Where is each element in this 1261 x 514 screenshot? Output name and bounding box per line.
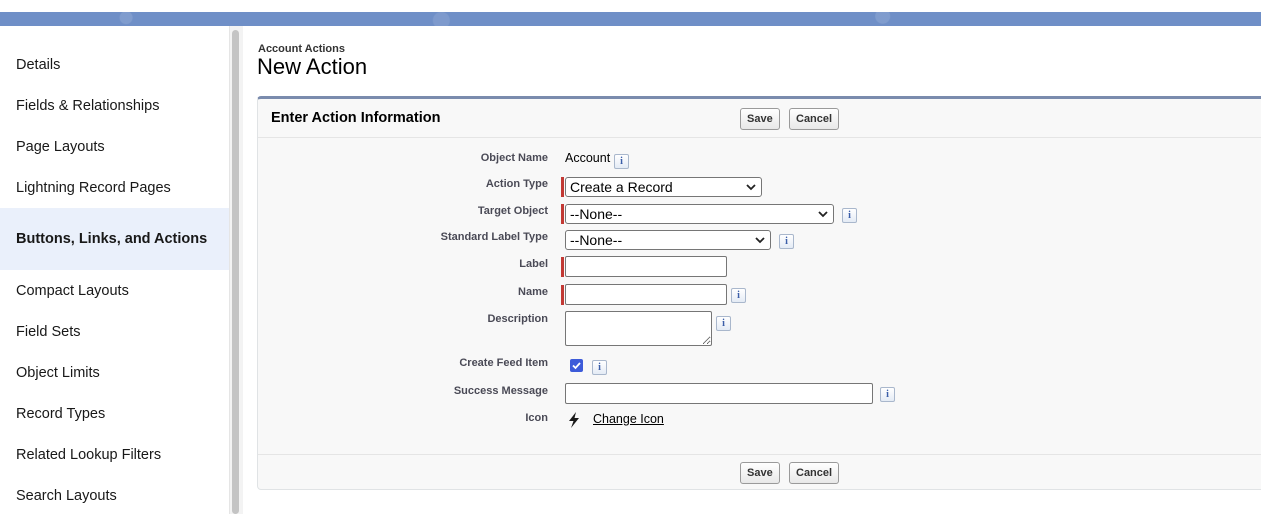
create-feed-item-checkbox[interactable] [570, 359, 583, 372]
action-type-select[interactable]: Create a Record [565, 177, 762, 197]
sidebar-item-label: Buttons, Links, and Actions [16, 230, 208, 247]
label-field-label: Label [519, 258, 548, 270]
sidebar-item-record-types[interactable]: Record Types [0, 403, 229, 425]
standard-label-type-select[interactable]: --None-- [565, 230, 771, 250]
cancel-button-bottom[interactable]: Cancel [789, 462, 840, 484]
target-object-selected: --None-- [570, 206, 623, 222]
info-icon[interactable]: i [716, 316, 731, 331]
save-button[interactable]: Save [740, 108, 780, 130]
sidebar-item-compact-layouts[interactable]: Compact Layouts [0, 280, 229, 302]
info-icon[interactable]: i [842, 208, 857, 223]
page-title: New Action [257, 54, 368, 79]
success-message-input[interactable] [565, 383, 873, 404]
action-type-selected: Create a Record [570, 179, 673, 195]
sidebar-item-label: Compact Layouts [16, 283, 129, 299]
chevron-down-icon [755, 237, 765, 244]
required-indicator [561, 204, 564, 224]
sidebar-item-buttons-links-actions[interactable]: Buttons, Links, and Actions [0, 208, 229, 270]
panel-header: Enter Action Information Save Cancel [258, 99, 1261, 138]
sidebar-item-label: Object Limits [16, 365, 100, 381]
object-name-label: Object Name [480, 152, 548, 164]
success-message-label: Success Message [453, 385, 548, 397]
description-label: Description [487, 313, 548, 325]
top-margin [0, 0, 1261, 12]
panel-title: Enter Action Information [271, 110, 441, 126]
info-icon[interactable]: i [614, 154, 629, 169]
sidebar-item-details[interactable]: Details [0, 54, 229, 76]
checkmark-icon [572, 362, 581, 370]
sidebar-item-page-layouts[interactable]: Page Layouts [0, 136, 229, 158]
change-icon-link[interactable]: Change Icon [593, 412, 664, 426]
info-icon[interactable]: i [880, 387, 895, 402]
sidebar-item-label: Record Types [16, 406, 106, 422]
target-object-select[interactable]: --None-- [565, 204, 834, 224]
sidebar-item-search-layouts[interactable]: Search Layouts [0, 485, 229, 507]
sidebar-item-label: Lightning Record Pages [16, 180, 171, 196]
sidebar-item-field-sets[interactable]: Field Sets [0, 321, 229, 343]
name-field-label: Name [518, 286, 548, 298]
info-icon[interactable]: i [731, 288, 746, 303]
object-name-value: Account [565, 151, 611, 165]
sidebar-item-label: Page Layouts [16, 139, 105, 155]
sidebar-item-label: Fields & Relationships [16, 98, 160, 114]
name-input[interactable] [565, 284, 727, 305]
sidebar-item-label: Field Sets [16, 324, 81, 340]
target-object-label: Target Object [477, 205, 548, 217]
create-feed-item-label: Create Feed Item [459, 357, 548, 369]
save-button-bottom[interactable]: Save [740, 462, 780, 484]
action-type-label: Action Type [485, 178, 548, 190]
sidebar-item-label: Search Layouts [16, 488, 117, 504]
standard-label-type-label: Standard Label Type [440, 231, 548, 243]
sidebar-item-object-limits[interactable]: Object Limits [0, 362, 229, 384]
chevron-down-icon [818, 211, 828, 218]
sidebar-item-related-lookup-filters[interactable]: Related Lookup Filters [0, 444, 229, 466]
header-banner [0, 12, 1261, 26]
required-indicator [561, 285, 564, 305]
lightning-bolt-icon [569, 412, 579, 428]
info-icon[interactable]: i [779, 234, 794, 249]
sidebar-item-label: Related Lookup Filters [16, 447, 162, 463]
sidebar-item-lightning-record-pages[interactable]: Lightning Record Pages [0, 177, 229, 199]
main-content: Account Actions New Action Enter Action … [243, 26, 1261, 514]
sidebar-item-fields-relationships[interactable]: Fields & Relationships [0, 95, 229, 117]
icon-label: Icon [525, 412, 548, 424]
chevron-down-icon [746, 184, 756, 191]
setup-sidebar: Details Fields & Relationships Page Layo… [0, 26, 229, 514]
panel-footer: Save Cancel [258, 454, 1261, 492]
description-textarea[interactable] [565, 311, 712, 346]
sidebar-scrollbar-thumb[interactable] [232, 30, 239, 514]
required-indicator [561, 257, 564, 277]
cancel-button[interactable]: Cancel [789, 108, 840, 130]
required-indicator [561, 177, 564, 197]
info-icon[interactable]: i [592, 360, 607, 375]
action-info-panel: Enter Action Information Save Cancel Obj… [257, 96, 1261, 490]
standard-label-type-selected: --None-- [570, 232, 623, 248]
sidebar-item-label: Details [16, 57, 61, 73]
label-input[interactable] [565, 256, 727, 277]
